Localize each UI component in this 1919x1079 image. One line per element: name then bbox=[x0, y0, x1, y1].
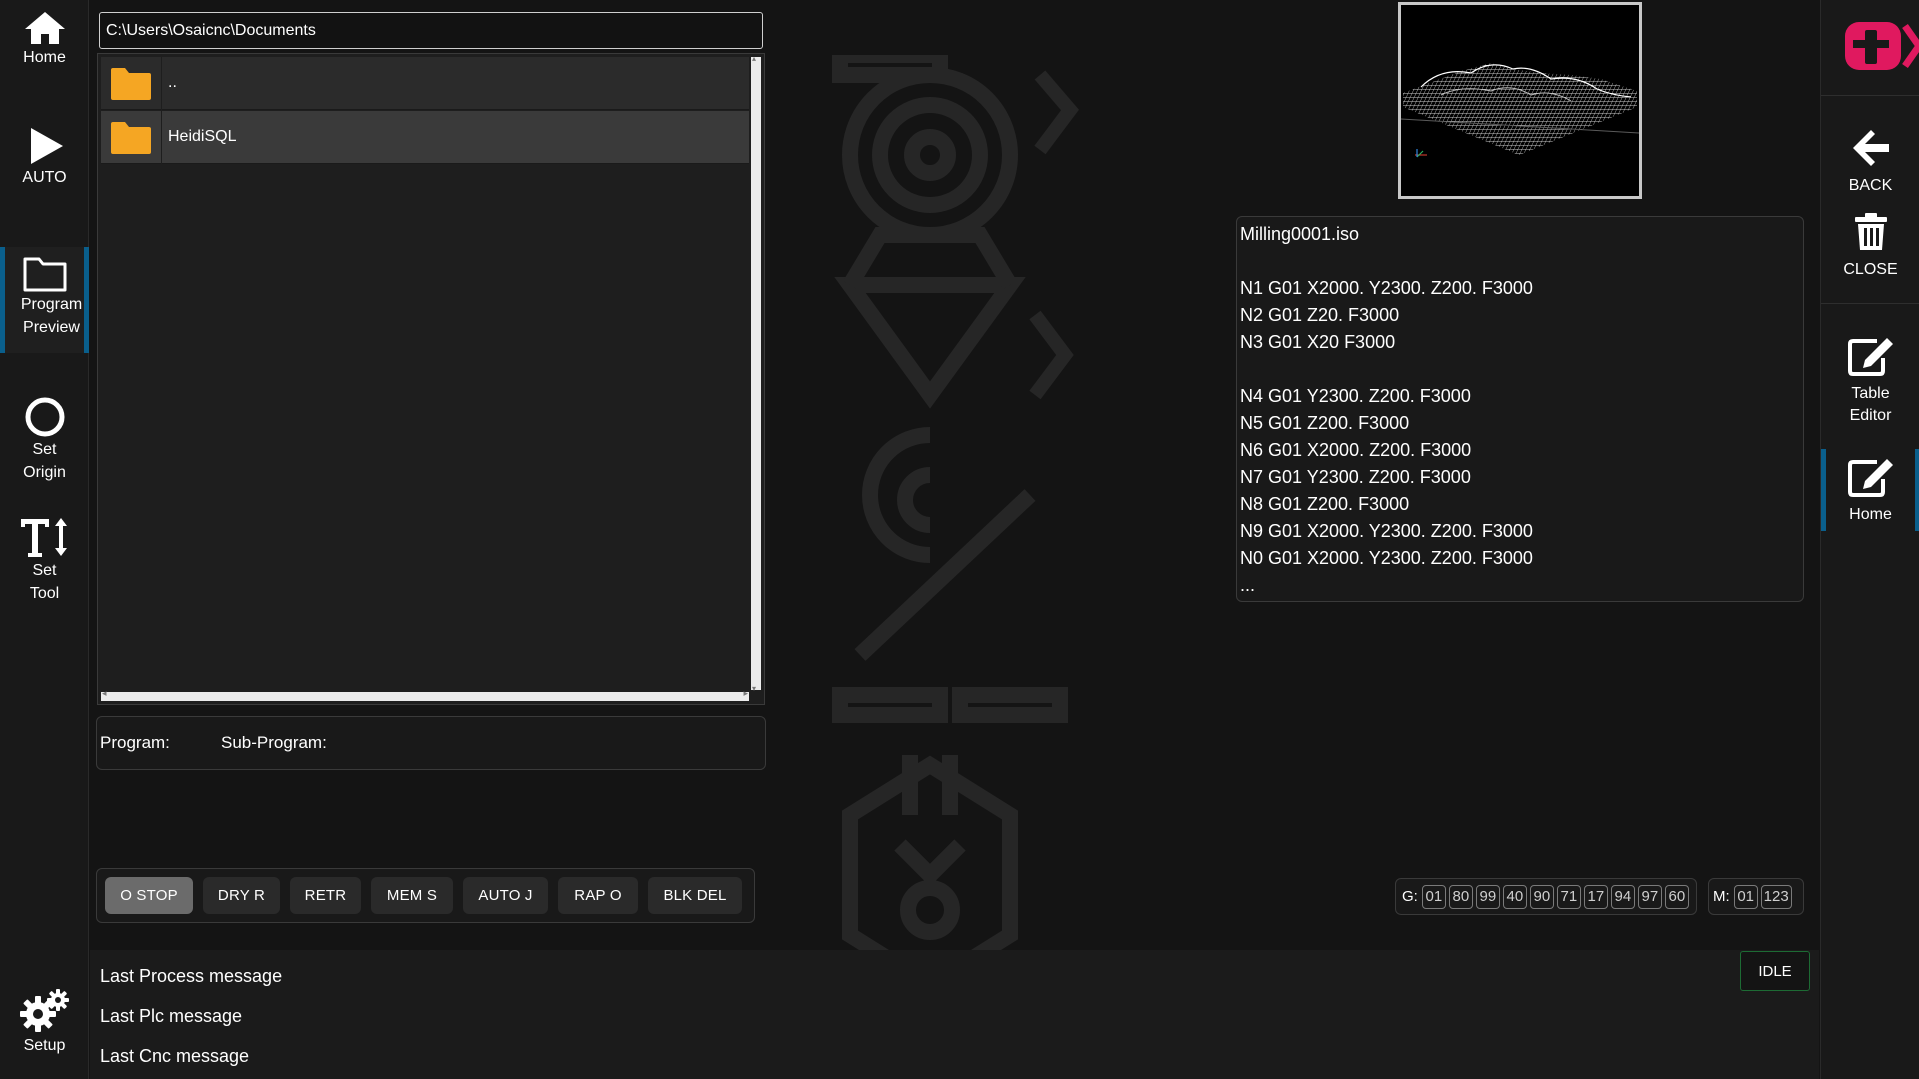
edit-icon bbox=[1847, 336, 1895, 383]
m-code-value: 01 bbox=[1733, 884, 1758, 909]
subprogram-label: Sub-Program: bbox=[221, 733, 327, 752]
program-line: N7 G01 Y2300. Z200. F3000 bbox=[1240, 467, 1471, 487]
file-row-parent[interactable]: .. bbox=[101, 56, 749, 110]
divider bbox=[1821, 95, 1919, 96]
nav-program-preview-button[interactable]: Program Preview bbox=[0, 247, 89, 353]
gears-icon bbox=[19, 988, 71, 1034]
edit-icon bbox=[1847, 457, 1895, 504]
program-line: N4 G01 Y2300. Z200. F3000 bbox=[1240, 386, 1471, 406]
play-icon bbox=[25, 126, 65, 166]
g-codes-label: G: bbox=[1402, 888, 1418, 905]
text-height-icon bbox=[19, 515, 71, 559]
right-home-button[interactable]: Home bbox=[1821, 449, 1919, 531]
program-line: N3 G01 X20 F3000 bbox=[1240, 332, 1396, 352]
g-code-value: 80 bbox=[1448, 884, 1473, 909]
m-code-value: 123 bbox=[1760, 884, 1792, 909]
right-home-label: Home bbox=[1849, 506, 1892, 523]
file-name: HeidiSQL bbox=[168, 128, 237, 145]
dry-run-button[interactable]: DRY R bbox=[203, 877, 280, 914]
vertical-scrollbar[interactable] bbox=[751, 54, 761, 693]
message-area: Last Process message Last Plc message La… bbox=[90, 950, 1819, 1079]
program-listing-panel[interactable]: Milling0001.iso N1 G01 X2000. Y2300. Z20… bbox=[1236, 216, 1804, 602]
nav-setup-button[interactable]: Setup bbox=[0, 988, 89, 1058]
close-label: CLOSE bbox=[1843, 261, 1898, 278]
mode-button-bar: O STOP DRY R RETR MEM S AUTO J RAP O BLK… bbox=[96, 868, 755, 923]
nav-home-label: Home bbox=[23, 49, 66, 66]
memory-search-button[interactable]: MEM S bbox=[371, 877, 453, 914]
circle-icon bbox=[24, 396, 66, 438]
program-line bbox=[1240, 356, 1800, 383]
nav-setup-label: Setup bbox=[23, 1037, 66, 1054]
auto-jog-button[interactable]: AUTO J bbox=[463, 877, 548, 914]
table-editor-button[interactable]: Table Editor bbox=[1821, 336, 1919, 424]
program-info-panel: Program: Sub-Program: bbox=[96, 716, 766, 770]
last-plc-message: Last Plc message bbox=[100, 1006, 243, 1026]
nav-set-tool-button[interactable]: Set Tool bbox=[0, 515, 89, 607]
nav-set-tool-label-1: Set bbox=[32, 562, 57, 579]
g-code-value: 17 bbox=[1583, 884, 1608, 909]
g-code-value: 71 bbox=[1556, 884, 1581, 909]
nav-program-preview-label-1: Program bbox=[20, 296, 83, 313]
nav-home-button[interactable]: Home bbox=[0, 10, 89, 80]
g-code-value: 99 bbox=[1475, 884, 1500, 909]
nav-set-origin-label-1: Set bbox=[32, 441, 57, 458]
horizontal-scrollbar[interactable]: ◂ ▸ bbox=[101, 688, 749, 701]
g-code-value: 60 bbox=[1664, 884, 1689, 909]
nav-set-origin-button[interactable]: Set Origin bbox=[0, 396, 89, 484]
optional-stop-button[interactable]: O STOP bbox=[105, 877, 193, 914]
g-code-value: 97 bbox=[1637, 884, 1662, 909]
retract-button[interactable]: RETR bbox=[290, 877, 361, 914]
g-code-value: 94 bbox=[1610, 884, 1635, 909]
m-codes-label: M: bbox=[1713, 888, 1730, 905]
nav-auto-label: AUTO bbox=[22, 169, 67, 186]
program-line: N5 G01 Z200. F3000 bbox=[1240, 413, 1410, 433]
last-process-message: Last Process message bbox=[100, 966, 283, 986]
active-m-codes: M: 01 123 bbox=[1708, 878, 1804, 915]
folder-icon bbox=[101, 110, 162, 164]
right-sidebar: BACK CLOSE Table Editor Home bbox=[1820, 0, 1919, 1079]
block-delete-button[interactable]: BLK DEL bbox=[648, 877, 742, 914]
back-label: BACK bbox=[1848, 177, 1893, 194]
trash-icon bbox=[1853, 212, 1889, 259]
divider bbox=[1821, 303, 1919, 304]
table-editor-label-1: Table bbox=[1851, 385, 1890, 402]
program-line: N1 G01 X2000. Y2300. Z200. F3000 bbox=[1240, 278, 1533, 298]
program-line: N0 G01 X2000. Y2300. Z200. F3000 bbox=[1240, 548, 1533, 568]
status-badge: IDLE bbox=[1740, 951, 1810, 991]
program-line: N6 G01 X2000. Z200. F3000 bbox=[1240, 440, 1472, 460]
program-filename: Milling0001.iso bbox=[1240, 224, 1360, 244]
toolpath-preview-image[interactable] bbox=[1398, 2, 1642, 199]
g-code-value: 01 bbox=[1421, 884, 1446, 909]
arrow-left-icon bbox=[1849, 128, 1893, 175]
rapid-override-button[interactable]: RAP O bbox=[558, 877, 638, 914]
g-code-value: 40 bbox=[1502, 884, 1527, 909]
nav-auto-button[interactable]: AUTO bbox=[0, 126, 89, 196]
brand-logo bbox=[1843, 20, 1919, 79]
program-label: Program: bbox=[100, 733, 170, 752]
path-input[interactable]: C:\Users\Osaicnc\Documents bbox=[99, 12, 763, 49]
program-line: N2 G01 Z20. F3000 bbox=[1240, 305, 1400, 325]
nav-program-preview-label-2: Preview bbox=[23, 319, 80, 336]
g-code-value: 90 bbox=[1529, 884, 1554, 909]
back-button[interactable]: BACK bbox=[1821, 128, 1919, 194]
left-sidebar: Home AUTO Program Preview Set Origin Set… bbox=[0, 0, 89, 1079]
table-editor-label-2: Editor bbox=[1849, 407, 1892, 424]
program-line: N8 G01 Z200. F3000 bbox=[1240, 494, 1410, 514]
folder-icon bbox=[101, 56, 162, 110]
folder-outline-icon bbox=[22, 255, 68, 293]
nav-set-origin-label-2: Origin bbox=[23, 464, 66, 481]
last-cnc-message: Last Cnc message bbox=[100, 1046, 250, 1066]
program-line: N9 G01 X2000. Y2300. Z200. F3000 bbox=[1240, 521, 1533, 541]
program-line bbox=[1240, 248, 1800, 275]
file-browser: .. HeidiSQL ◂▸ bbox=[97, 53, 765, 705]
toolpath-mesh bbox=[1400, 63, 1640, 158]
file-name: .. bbox=[168, 74, 177, 91]
home-icon bbox=[23, 10, 67, 46]
close-button[interactable]: CLOSE bbox=[1821, 212, 1919, 278]
program-line: ... bbox=[1240, 575, 1256, 595]
file-row-heidisql[interactable]: HeidiSQL bbox=[101, 110, 749, 164]
background-logo-watermark bbox=[832, 55, 1079, 995]
active-g-codes: G: 01 80 99 40 90 71 17 94 97 60 bbox=[1395, 878, 1697, 915]
nav-set-tool-label-2: Tool bbox=[29, 585, 60, 602]
